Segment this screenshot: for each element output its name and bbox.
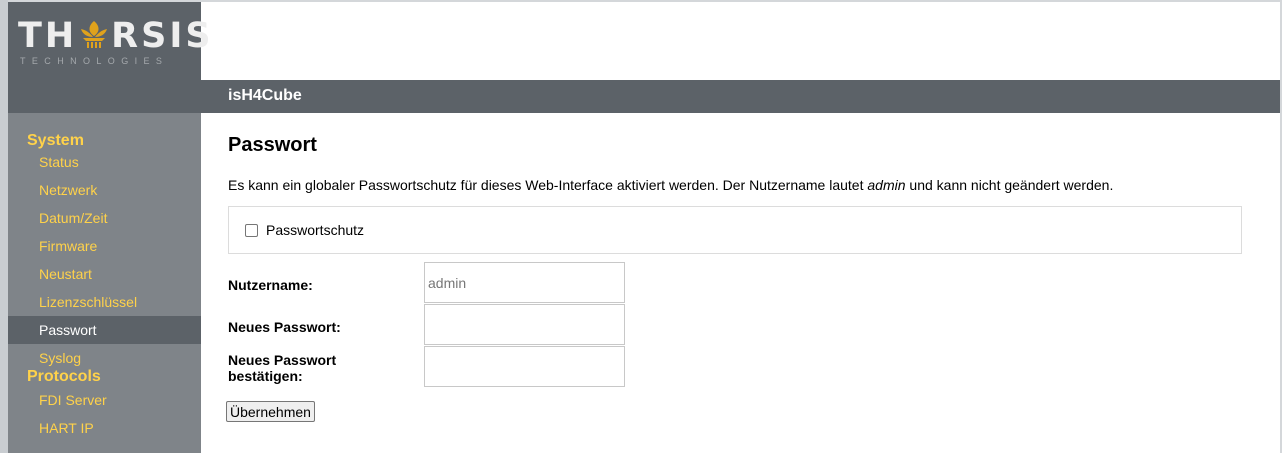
confirm-label-line1: Neues Passwort	[228, 352, 337, 368]
sidebar-item-passwort[interactable]: Passwort	[8, 316, 201, 344]
header-bar: isH4Cube	[8, 80, 1280, 113]
confirm-password-label: Neues Passwort bestätigen:	[228, 352, 336, 384]
sidebar-nav: System Status Netzwerk Datum/Zeit Firmwa…	[8, 113, 201, 453]
logo-text-right: RSIS	[111, 16, 214, 56]
description-text-start: Es kann ein globaler Passwortschutz für …	[228, 177, 868, 193]
logo-text-left: TH	[18, 16, 78, 56]
confirm-label-line2: bestätigen:	[228, 368, 303, 384]
description-username-emphasis: admin	[867, 177, 906, 193]
username-label: Nutzername:	[228, 277, 313, 293]
username-field[interactable]	[424, 262, 625, 303]
device-title: isH4Cube	[228, 87, 302, 104]
sidebar-item-status[interactable]: Status	[8, 148, 201, 176]
logo-wordmark: TH RSIS	[18, 18, 214, 54]
description-text-end: und kann nicht geändert werden.	[905, 177, 1114, 193]
sidebar-item-lizenzschluessel[interactable]: Lizenzschlüssel	[8, 288, 201, 316]
sidebar-item-netzwerk[interactable]: Netzwerk	[8, 176, 201, 204]
logo-subtitle: TECHNOLOGIES	[20, 56, 169, 66]
sidebar-item-datum-zeit[interactable]: Datum/Zeit	[8, 204, 201, 232]
sidebar-item-hart-ip[interactable]: HART IP	[8, 414, 201, 442]
sidebar-item-fdi-server[interactable]: FDI Server	[8, 386, 201, 414]
page-title: Passwort	[228, 134, 317, 156]
new-password-field[interactable]	[424, 304, 625, 345]
lotus-emblem-icon	[81, 21, 108, 48]
new-password-label: Neues Passwort:	[228, 319, 341, 335]
confirm-password-field[interactable]	[424, 346, 625, 387]
sidebar-item-neustart[interactable]: Neustart	[8, 260, 201, 288]
password-protection-panel: Passwortschutz	[228, 206, 1242, 254]
password-protection-label[interactable]: Passwortschutz	[266, 222, 364, 238]
password-protection-checkbox[interactable]	[245, 224, 258, 237]
apply-button[interactable]: Übernehmen	[226, 401, 315, 422]
nav-section-protocols: Protocols	[27, 368, 101, 385]
sidebar-item-firmware[interactable]: Firmware	[8, 232, 201, 260]
brand-logo: TH RSIS TECHNOLOGIES	[8, 2, 211, 80]
page-description: Es kann ein globaler Passwortschutz für …	[228, 177, 1113, 193]
window-left-border	[0, 0, 8, 453]
